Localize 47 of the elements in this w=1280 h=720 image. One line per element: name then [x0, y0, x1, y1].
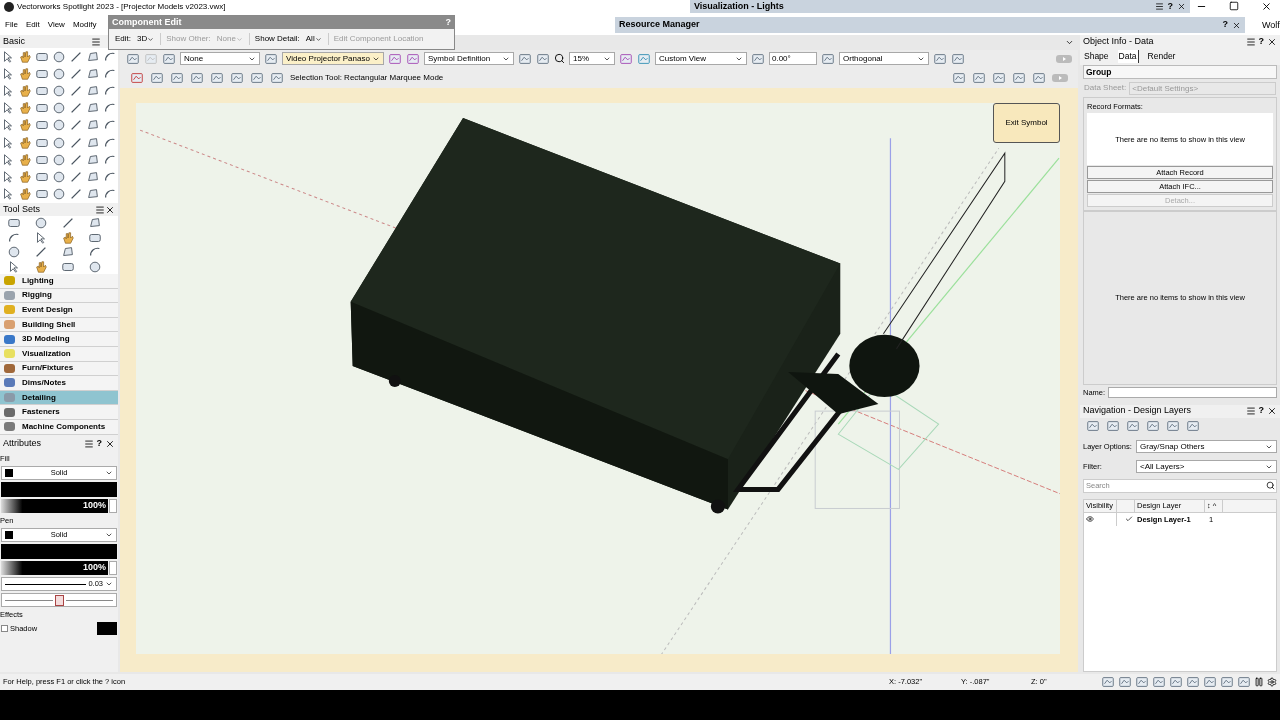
help-button[interactable]: ? [96, 437, 102, 451]
palette-title: Tool Sets [3, 202, 42, 216]
help-button[interactable]: ? [1258, 404, 1264, 418]
palette-title: Object Info - Data [1083, 34, 1155, 48]
tool-set-item[interactable]: Lighting [0, 274, 118, 289]
angle-field[interactable]: 0.00° [769, 52, 817, 65]
help-button[interactable]: ? [1258, 34, 1264, 49]
window-title: Vectorworks Spotlight 2023 - [Projector Models v2023.vwx] [17, 1, 226, 13]
panel-tab[interactable]: Shape [1083, 50, 1110, 63]
palette-title: Visualization - Lights [694, 0, 785, 13]
help-button[interactable]: ? [1167, 0, 1173, 14]
show-detail-label: Show Detail: [248, 33, 300, 45]
menu-item[interactable]: Modify [72, 18, 97, 31]
view-dropdown[interactable]: Custom View [655, 52, 747, 65]
edit-label: Edit: [115, 33, 131, 45]
tool-set-item[interactable]: Event Design [0, 303, 118, 318]
help-button[interactable]: ? [1222, 18, 1228, 32]
tool-set-item[interactable]: Fasteners [0, 405, 118, 420]
show-detail-dropdown[interactable]: All [305, 33, 322, 45]
palette-title: Resource Manager [619, 18, 701, 32]
mode-status-text: Selection Tool: Rectangular Marquee Mode [290, 71, 444, 84]
panel-tab[interactable]: Render [1146, 50, 1177, 63]
palette-title: Attributes [3, 437, 43, 451]
object-type-label: Group [1083, 65, 1277, 79]
pen-opacity-bar[interactable]: 100% [1, 561, 108, 576]
zoom-dropdown[interactable]: 15% [569, 52, 615, 65]
projection-dropdown[interactable]: Orthogonal [839, 52, 929, 65]
palette-title: Component Edit [112, 15, 183, 29]
layer-options-dropdown[interactable]: Gray/Snap Others [1136, 440, 1277, 454]
palette-title: Navigation - Design Layers [1083, 404, 1193, 418]
exit-symbol-button[interactable]: Exit Symbol [993, 103, 1060, 143]
cut-off-label: Wolf [1262, 19, 1280, 32]
class-dropdown[interactable]: None [180, 52, 260, 65]
edit-dropdown[interactable]: 3D [137, 33, 155, 45]
panel-tab[interactable]: Data [1117, 50, 1139, 63]
filter-dropdown[interactable]: <All Layers> [1136, 460, 1277, 474]
menu-item[interactable]: File [5, 18, 18, 31]
layer-dropdown[interactable]: Video Projector Panaso [282, 52, 384, 65]
show-other-label: Show Other: [160, 33, 211, 45]
fill-opacity-bar[interactable]: 100% [1, 498, 108, 513]
menu-item[interactable]: View [47, 18, 65, 31]
mode-dropdown[interactable]: Symbol Definition [424, 52, 514, 65]
tool-set-item[interactable]: 3D Modeling [0, 332, 118, 347]
data-sheet-label: Data Sheet: [1084, 82, 1127, 94]
tool-set-item[interactable]: Dims/Notes [0, 376, 118, 391]
palette-title: Basic [3, 34, 26, 48]
menu-item[interactable]: Edit [25, 18, 40, 31]
